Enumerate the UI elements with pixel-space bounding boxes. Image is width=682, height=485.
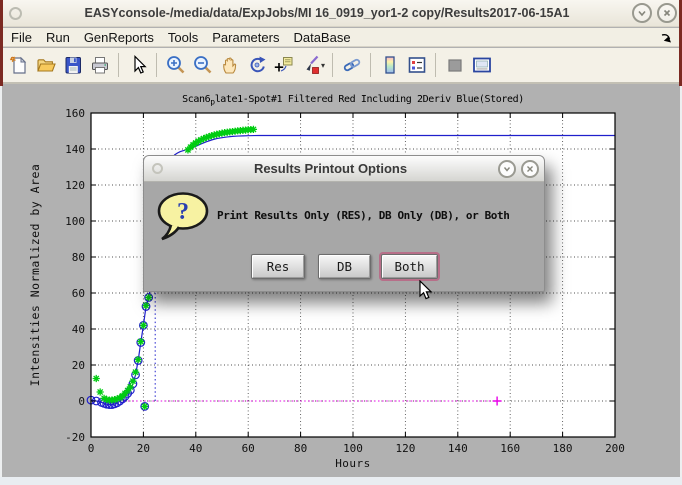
- mouse-cursor-icon: [419, 280, 436, 307]
- svg-text:40: 40: [72, 323, 85, 336]
- data-cursor-icon[interactable]: [271, 53, 296, 78]
- svg-text:80: 80: [294, 442, 307, 455]
- toolbar-separator: [156, 53, 157, 77]
- menu-run[interactable]: Run: [46, 30, 70, 45]
- svg-text:80: 80: [72, 251, 85, 264]
- menu-file[interactable]: File: [11, 30, 32, 45]
- svg-text:200: 200: [605, 442, 625, 455]
- window-close-button[interactable]: [657, 3, 677, 23]
- svg-text:140: 140: [448, 442, 468, 455]
- svg-text:20: 20: [137, 442, 150, 455]
- rotate-3d-icon[interactable]: [244, 53, 269, 78]
- dialog-minimize-button[interactable]: [498, 160, 516, 178]
- svg-text:100: 100: [343, 442, 363, 455]
- dialog-body: ? Print Results Only (RES), DB Only (DB)…: [144, 182, 544, 292]
- svg-text:100: 100: [65, 215, 85, 228]
- svg-text:120: 120: [395, 442, 415, 455]
- chevron-down-icon: [502, 164, 512, 174]
- db-button[interactable]: DB: [318, 254, 371, 279]
- menu-database[interactable]: DataBase: [293, 30, 350, 45]
- menu-genreports[interactable]: GenReports: [84, 30, 154, 45]
- svg-text:0: 0: [78, 395, 85, 408]
- pointer-icon[interactable]: [125, 53, 150, 78]
- dialog-message: Print Results Only (RES), DB Only (DB), …: [217, 209, 509, 222]
- svg-text:0: 0: [88, 442, 95, 455]
- link-plot-icon[interactable]: [339, 53, 364, 78]
- svg-text:-20: -20: [65, 431, 85, 444]
- svg-text:60: 60: [72, 287, 85, 300]
- svg-text:60: 60: [242, 442, 255, 455]
- both-button[interactable]: Both: [381, 254, 438, 279]
- window-border-bottom: [0, 477, 682, 485]
- menubar: File Run GenReports Tools Parameters Dat…: [0, 28, 682, 47]
- open-file-icon[interactable]: [33, 53, 58, 78]
- close-icon: [661, 7, 673, 19]
- window-border-left: [0, 86, 2, 477]
- toolbar-separator: [118, 53, 119, 77]
- zoom-in-icon[interactable]: [163, 53, 188, 78]
- undock-arrow-icon[interactable]: [660, 31, 673, 49]
- show-plot-tools-icon[interactable]: [469, 53, 494, 78]
- svg-text:140: 140: [65, 143, 85, 156]
- brush-dropdown-caret[interactable]: ▾: [321, 61, 325, 70]
- svg-text:160: 160: [65, 107, 85, 120]
- question-icon: ?: [156, 190, 212, 247]
- insert-legend-icon[interactable]: [404, 53, 429, 78]
- window-minimize-button[interactable]: [632, 3, 652, 23]
- dialog-title: Results Printout Options: [163, 161, 498, 176]
- menu-tools[interactable]: Tools: [168, 30, 198, 45]
- easyconsole-window: EASYconsole-/media/data/ExpJobs/MI 16_09…: [0, 0, 682, 485]
- new-document-icon[interactable]: [6, 53, 31, 78]
- toolbar-separator: [435, 53, 436, 77]
- svg-text:160: 160: [500, 442, 520, 455]
- plot-title: Scan6plate1-Spot#1 Filtered Red Includin…: [182, 94, 524, 107]
- x-axis-label: Hours: [335, 457, 371, 470]
- svg-text:180: 180: [553, 442, 573, 455]
- pan-icon[interactable]: [217, 53, 242, 78]
- print-figure-icon[interactable]: [87, 53, 112, 78]
- svg-text:40: 40: [189, 442, 202, 455]
- svg-text:120: 120: [65, 179, 85, 192]
- window-titlebar[interactable]: EASYconsole-/media/data/ExpJobs/MI 16_09…: [0, 0, 682, 27]
- zoom-out-icon[interactable]: [190, 53, 215, 78]
- svg-text:20: 20: [72, 359, 85, 372]
- dialog-titlebar[interactable]: Results Printout Options: [144, 156, 544, 182]
- figure-toolbar: ▾: [0, 48, 682, 84]
- window-menu-icon: [9, 7, 22, 20]
- y-axis-label: Intensities Normalized by Area: [28, 164, 42, 387]
- dialog-menu-icon: [152, 163, 163, 174]
- brush-data-icon[interactable]: [298, 53, 323, 78]
- close-icon: [525, 164, 535, 174]
- toolbar-separator: [332, 53, 333, 77]
- hide-plot-tools-icon[interactable]: [442, 53, 467, 78]
- res-button[interactable]: Res: [251, 254, 305, 279]
- results-printout-dialog: Results Printout Options ? Print Results…: [143, 155, 545, 292]
- insert-colorbar-icon[interactable]: [377, 53, 402, 78]
- svg-text:Scan6plate1-Spot#1 Filtered Re: Scan6plate1-Spot#1 Filtered Red Includin…: [182, 94, 524, 107]
- save-figure-icon[interactable]: [60, 53, 85, 78]
- svg-text:?: ?: [177, 199, 189, 225]
- dialog-close-button[interactable]: [521, 160, 539, 178]
- window-border-left-top: [0, 0, 3, 86]
- toolbar-separator: [370, 53, 371, 77]
- chevron-down-icon: [636, 7, 648, 19]
- menu-parameters[interactable]: Parameters: [212, 30, 279, 45]
- window-title: EASYconsole-/media/data/ExpJobs/MI 16_09…: [22, 6, 632, 20]
